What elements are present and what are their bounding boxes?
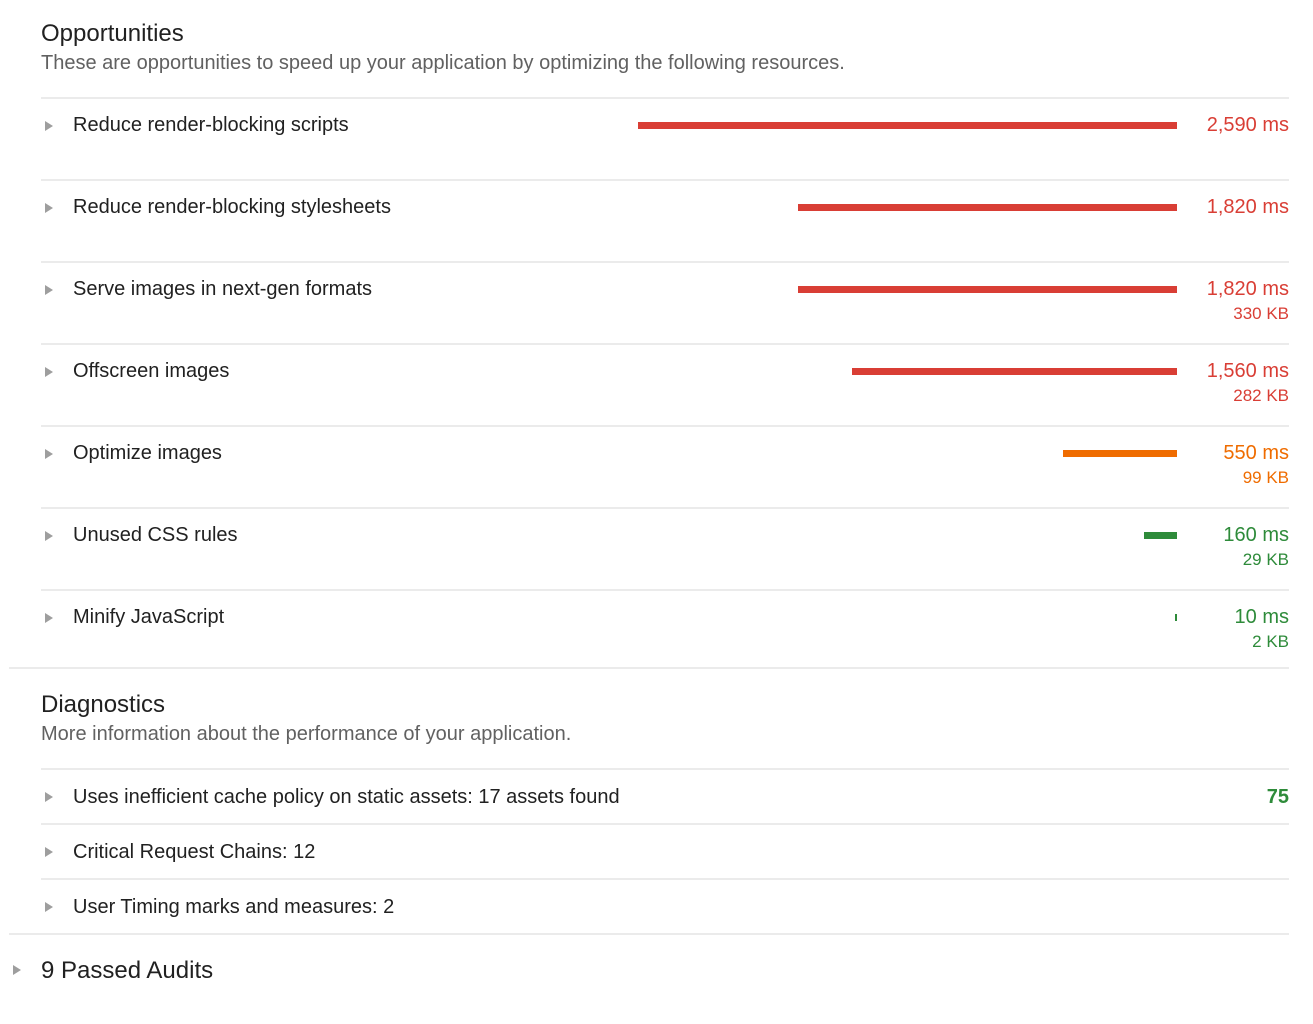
triangle-right-icon — [45, 285, 53, 295]
section-divider — [9, 933, 1289, 935]
opportunity-bar — [798, 204, 1177, 211]
triangle-right-icon — [45, 449, 53, 459]
opportunity-title: Optimize images — [73, 442, 222, 464]
opportunity-ms: 160 ms — [1223, 524, 1289, 546]
opportunity-bar — [852, 368, 1177, 375]
diagnostic-score: 75 — [1266, 786, 1289, 808]
triangle-right-icon — [45, 847, 53, 857]
diagnostics-description: More information about the performance o… — [41, 723, 572, 745]
triangle-right-icon — [13, 965, 21, 975]
diagnostic-row[interactable]: User Timing marks and measures: 2 — [41, 878, 1289, 933]
opportunity-row[interactable]: Unused CSS rules 160 ms 29 KB — [41, 507, 1289, 589]
opportunity-kb: 99 KB — [1242, 468, 1289, 487]
opportunity-bar — [1063, 450, 1177, 457]
opportunity-ms: 550 ms — [1223, 442, 1289, 464]
opportunity-row[interactable]: Reduce render-blocking stylesheets 1,820… — [41, 179, 1289, 261]
diagnostics-header: Diagnostics More information about the p… — [41, 691, 1289, 747]
opportunity-ms: 1,560 ms — [1206, 360, 1289, 382]
section-divider — [9, 667, 1289, 669]
opportunity-bar — [1144, 532, 1177, 539]
opportunity-ms: 1,820 ms — [1206, 196, 1289, 218]
opportunity-title: Reduce render-blocking scripts — [73, 114, 349, 136]
opportunity-kb: 330 KB — [1233, 304, 1289, 323]
opportunity-bar — [1175, 614, 1177, 621]
opportunity-row[interactable]: Optimize images 550 ms 99 KB — [41, 425, 1289, 507]
opportunity-ms: 2,590 ms — [1206, 114, 1289, 136]
diagnostics-list: Uses inefficient cache policy on static … — [41, 768, 1289, 933]
opportunities-header: Opportunities These are opportunities to… — [41, 20, 1289, 76]
passed-audits-label: 9 Passed Audits — [41, 957, 214, 984]
diagnostic-row[interactable]: Uses inefficient cache policy on static … — [41, 768, 1289, 823]
triangle-right-icon — [45, 367, 53, 377]
triangle-right-icon — [45, 792, 53, 802]
opportunity-bar-track — [638, 532, 1177, 539]
triangle-right-icon — [45, 121, 53, 131]
triangle-right-icon — [45, 531, 53, 541]
opportunity-kb: 2 KB — [1252, 632, 1289, 651]
opportunity-bar-track — [638, 368, 1177, 375]
opportunity-ms: 1,820 ms — [1206, 278, 1289, 300]
opportunity-row[interactable]: Reduce render-blocking scripts 2,590 ms — [41, 97, 1289, 179]
triangle-right-icon — [45, 613, 53, 623]
opportunity-bar-track — [638, 450, 1177, 457]
opportunity-row[interactable]: Offscreen images 1,560 ms 282 KB — [41, 343, 1289, 425]
opportunity-row[interactable]: Serve images in next-gen formats 1,820 m… — [41, 261, 1289, 343]
opportunity-bar — [798, 286, 1177, 293]
diagnostic-title: User Timing marks and measures: 2 — [73, 896, 395, 918]
opportunity-title: Offscreen images — [73, 360, 230, 382]
opportunities-list: Reduce render-blocking scripts 2,590 ms … — [41, 97, 1289, 671]
opportunity-title: Reduce render-blocking stylesheets — [73, 196, 391, 218]
opportunity-bar-track — [638, 614, 1177, 621]
diagnostic-title: Uses inefficient cache policy on static … — [73, 786, 620, 808]
triangle-right-icon — [45, 203, 53, 213]
opportunity-ms: 10 ms — [1234, 606, 1289, 628]
diagnostic-row[interactable]: Critical Request Chains: 12 — [41, 823, 1289, 878]
opportunity-title: Serve images in next-gen formats — [73, 278, 373, 300]
opportunities-title: Opportunities — [41, 20, 184, 47]
opportunity-kb: 29 KB — [1242, 550, 1289, 569]
opportunity-bar-track — [638, 286, 1177, 293]
diagnostics-title: Diagnostics — [41, 691, 166, 718]
diagnostic-title: Critical Request Chains: 12 — [73, 841, 316, 863]
opportunity-bar-track — [638, 204, 1177, 211]
opportunity-kb: 282 KB — [1233, 386, 1289, 405]
opportunity-bar — [638, 122, 1177, 129]
opportunity-title: Unused CSS rules — [73, 524, 238, 546]
opportunity-bar-track — [638, 122, 1177, 129]
opportunity-title: Minify JavaScript — [73, 606, 225, 628]
opportunity-row[interactable]: Minify JavaScript 10 ms 2 KB — [41, 589, 1289, 671]
triangle-right-icon — [45, 902, 53, 912]
opportunities-description: These are opportunities to speed up your… — [41, 52, 845, 74]
